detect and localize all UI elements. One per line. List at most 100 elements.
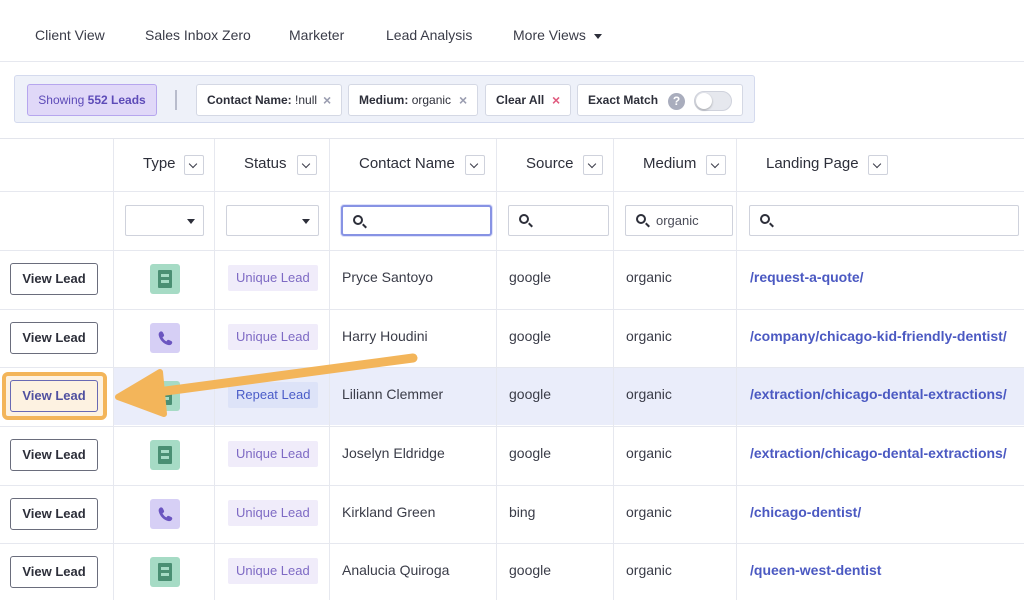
landing-page-link[interactable]: /request-a-quote/ <box>750 269 864 285</box>
medium-cell: organic <box>626 504 672 520</box>
table-row: View Lead Unique Lead Analucia Quiroga g… <box>0 543 1024 600</box>
medium-cell: organic <box>626 386 672 402</box>
table-row: View Lead Unique Lead Harry Houdini goog… <box>0 309 1024 367</box>
landing-page-link[interactable]: /queen-west-dentist <box>750 562 881 578</box>
landing-page-link[interactable]: /extraction/chicago-dental-extractions/ <box>750 445 1007 461</box>
source-cell: google <box>509 386 552 402</box>
medium-cell: organic <box>626 328 672 344</box>
status-badge: Unique Lead <box>228 265 318 291</box>
clear-all-button[interactable]: Clear All × <box>485 84 571 116</box>
column-header-type[interactable]: Type <box>143 155 176 172</box>
clear-all-label: Clear All <box>496 93 545 107</box>
view-lead-button[interactable]: View Lead <box>10 498 98 530</box>
column-header-source[interactable]: Source <box>526 155 574 172</box>
dropdown-arrow-icon <box>187 219 195 224</box>
view-lead-button[interactable]: View Lead <box>10 322 98 354</box>
status-badge: Unique Lead <box>228 558 318 584</box>
medium-column-menu[interactable] <box>706 155 726 175</box>
dropdown-arrow-icon <box>302 219 310 224</box>
search-icon <box>760 214 770 224</box>
callout-highlight <box>2 372 107 420</box>
contact-name-column-menu[interactable] <box>465 155 485 175</box>
exact-match-label: Exact Match <box>588 93 659 107</box>
status-filter-select[interactable] <box>226 205 319 236</box>
landing-page-link[interactable]: /company/chicago-kid-friendly-dentist/ <box>750 328 1007 344</box>
status-badge: Unique Lead <box>228 500 318 526</box>
form-icon <box>150 440 180 470</box>
form-glyph <box>158 446 172 464</box>
form-glyph <box>158 563 172 581</box>
phone-glyph <box>158 331 173 346</box>
filter-divider <box>175 90 177 110</box>
contact-name-search-input[interactable] <box>341 205 492 236</box>
landing-page-link[interactable]: /chicago-dentist/ <box>750 504 861 520</box>
medium-cell: organic <box>626 269 672 285</box>
tab-marketer[interactable]: Marketer <box>289 27 344 43</box>
form-icon <box>150 264 180 294</box>
contact-name-cell: Analucia Quiroga <box>342 562 450 578</box>
view-lead-button[interactable]: View Lead <box>10 556 98 588</box>
form-icon <box>150 557 180 587</box>
leads-table: Type Status Contact Name Source Medium L… <box>0 138 1024 600</box>
tab-sales-inbox-zero[interactable]: Sales Inbox Zero <box>145 27 251 43</box>
view-lead-button[interactable]: View Lead <box>10 263 98 295</box>
search-icon <box>636 214 646 224</box>
table-row: View Lead Unique Lead Pryce Santoyo goog… <box>0 250 1024 308</box>
tab-lead-analysis[interactable]: Lead Analysis <box>386 27 472 43</box>
remove-filter-icon[interactable]: × <box>459 85 467 115</box>
status-badge: Repeat Lead <box>228 382 319 408</box>
clear-all-icon: × <box>552 92 561 108</box>
chip-key: Contact Name: <box>207 93 292 107</box>
filter-chip-contact-name: Contact Name: !null × <box>196 84 342 116</box>
column-header-contact-name[interactable]: Contact Name <box>359 155 455 172</box>
contact-name-cell: Kirkland Green <box>342 504 436 520</box>
table-row: View Lead Unique Lead Kirkland Green bin… <box>0 485 1024 543</box>
chip-key: Medium: <box>359 93 409 107</box>
status-badge: Unique Lead <box>228 324 318 350</box>
view-lead-button[interactable]: View Lead <box>10 439 98 471</box>
form-glyph <box>158 387 172 405</box>
table-row-highlighted: View Lead Repeat Lead Liliann Clemmer go… <box>0 367 1024 425</box>
source-cell: google <box>509 328 552 344</box>
tab-more-views[interactable]: More Views <box>513 27 602 43</box>
help-icon[interactable]: ? <box>668 93 685 110</box>
tab-client-view[interactable]: Client View <box>35 27 105 43</box>
chip-value: organic <box>411 93 452 107</box>
showing-prefix: Showing <box>38 93 85 107</box>
form-glyph <box>158 270 172 288</box>
search-icon <box>353 215 363 225</box>
contact-name-cell: Joselyn Eldridge <box>342 445 445 461</box>
phone-glyph <box>158 507 173 522</box>
caret-down-icon <box>593 34 602 39</box>
source-cell: google <box>509 269 552 285</box>
exact-match-toggle[interactable] <box>694 91 732 111</box>
source-search-input[interactable] <box>508 205 609 236</box>
medium-search-input[interactable]: organic <box>625 205 733 236</box>
row-divider <box>0 191 1024 192</box>
search-icon <box>519 214 529 224</box>
showing-count: 552 Leads <box>87 93 146 107</box>
column-header-medium[interactable]: Medium <box>643 155 696 172</box>
column-header-landing-page[interactable]: Landing Page <box>766 155 859 172</box>
filter-chip-medium: Medium: organic × <box>348 84 478 116</box>
top-nav: Client View Sales Inbox Zero Marketer Le… <box>0 0 1024 62</box>
remove-filter-icon[interactable]: × <box>323 85 331 115</box>
type-column-menu[interactable] <box>184 155 204 175</box>
phone-icon <box>150 499 180 529</box>
landing-page-search-input[interactable] <box>749 205 1019 236</box>
source-column-menu[interactable] <box>583 155 603 175</box>
contact-name-cell: Liliann Clemmer <box>342 386 444 402</box>
exact-match-control: Exact Match ? <box>577 84 743 116</box>
status-badge: Unique Lead <box>228 441 318 467</box>
column-header-status[interactable]: Status <box>244 155 287 172</box>
status-column-menu[interactable] <box>297 155 317 175</box>
landing-page-link[interactable]: /extraction/chicago-dental-extractions/ <box>750 386 1007 402</box>
type-filter-select[interactable] <box>125 205 204 236</box>
source-cell: google <box>509 562 552 578</box>
medium-cell: organic <box>626 562 672 578</box>
landing-page-column-menu[interactable] <box>868 155 888 175</box>
medium-filter-value: organic <box>656 213 699 228</box>
contact-name-cell: Pryce Santoyo <box>342 269 434 285</box>
chip-value: !null <box>295 93 318 107</box>
medium-cell: organic <box>626 445 672 461</box>
